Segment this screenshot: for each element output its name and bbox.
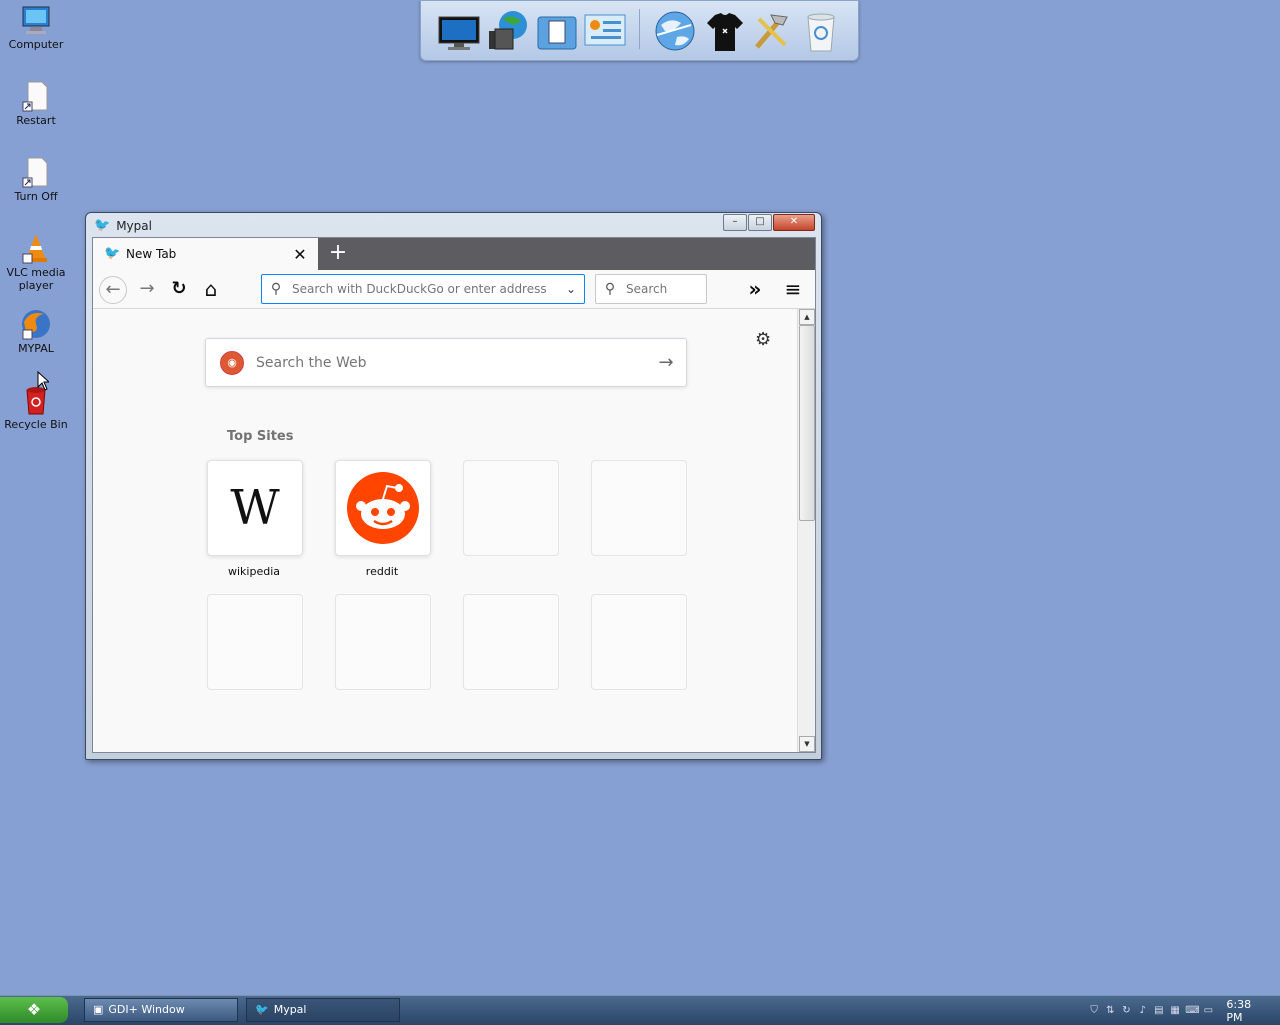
top-site-tile-wikipedia[interactable]: W xyxy=(207,460,303,556)
home-button[interactable]: ⌂ xyxy=(197,275,225,303)
sync-icon[interactable]: ↻ xyxy=(1120,1004,1132,1017)
desktop-icon-label: Recycle Bin xyxy=(4,418,68,431)
desktop-icon-computer[interactable]: Computer xyxy=(4,4,68,51)
top-site-tile-reddit[interactable] xyxy=(335,460,431,556)
network-icon[interactable]: ⇅ xyxy=(1104,1004,1116,1017)
url-bar[interactable]: ⚲ ⌄ xyxy=(261,274,585,304)
internet-globe-icon[interactable] xyxy=(653,9,697,53)
scroll-down-icon[interactable]: ▼ xyxy=(799,736,815,752)
top-site-tile-empty xyxy=(335,594,431,690)
taskbar-item-mypal[interactable]: 🐦 Mypal xyxy=(246,998,400,1022)
vertical-scrollbar[interactable]: ▲ ▼ xyxy=(797,309,815,752)
maximize-button[interactable]: □ xyxy=(748,214,772,231)
monitor-icon[interactable] xyxy=(437,9,481,53)
control-panel-icon[interactable] xyxy=(583,9,627,53)
shield-icon[interactable]: ⛉ xyxy=(1088,1004,1100,1017)
search-input[interactable] xyxy=(624,281,698,297)
tab-close-icon[interactable]: ✕ xyxy=(290,245,310,264)
close-button[interactable]: ✕ xyxy=(773,214,815,231)
device-icon[interactable]: ▤ xyxy=(1153,1004,1165,1017)
reload-button[interactable]: ↻ xyxy=(165,275,193,303)
new-tab-button[interactable]: + xyxy=(326,242,350,266)
vlc-cone-icon xyxy=(20,232,52,264)
documents-folder-icon[interactable] xyxy=(535,9,579,53)
tools-hammer-icon[interactable] xyxy=(749,9,793,53)
desktop-icon-mypal[interactable]: MYPAL xyxy=(4,308,68,355)
mouse-cursor-icon xyxy=(37,371,49,391)
top-site-label[interactable]: wikipedia xyxy=(206,565,302,578)
network-globe-icon[interactable] xyxy=(487,9,531,53)
shortcut-file-icon xyxy=(20,80,52,112)
web-search-box[interactable]: ◉ → xyxy=(205,338,687,387)
mypal-browser-icon xyxy=(20,308,52,340)
mypal-app-icon: 🐦 xyxy=(255,1003,269,1016)
search-bar[interactable]: ⚲ xyxy=(595,274,707,304)
new-tab-page: ⚙ ◉ → Top Sites W wikipedia reddit xyxy=(93,309,797,752)
reddit-logo-icon xyxy=(347,472,419,544)
desktop-icon-label: Turn Off xyxy=(14,190,58,203)
forward-button[interactable]: → xyxy=(133,275,161,303)
keyboard-icon[interactable]: ⌨ xyxy=(1185,1004,1199,1017)
desktop-icon-label: Restart xyxy=(16,114,56,127)
system-tray: ⛉ ⇅ ↻ ♪ ▤ ▦ ⌨ ▭ 6:38 PM xyxy=(1088,996,1280,1025)
desktop-icon-label: Computer xyxy=(8,38,64,51)
tab-strip: 🐦 New Tab ✕ + xyxy=(93,238,815,270)
desktop-icon-turn-off[interactable]: Turn Off xyxy=(4,156,68,203)
scroll-up-icon[interactable]: ▲ xyxy=(799,309,815,325)
volume-icon[interactable]: ♪ xyxy=(1137,1004,1149,1017)
tab-title: New Tab xyxy=(126,247,177,261)
arrow-right-icon[interactable]: → xyxy=(646,352,686,373)
taskbar-item-label: Mypal xyxy=(273,1003,307,1016)
dock xyxy=(420,0,859,61)
desktop-icon-label: VLC media player xyxy=(6,266,66,292)
duckduckgo-logo-icon: ◉ xyxy=(220,350,244,375)
desktop-icon-restart[interactable]: Restart xyxy=(4,80,68,127)
wikipedia-logo-icon: W xyxy=(230,480,280,536)
desktop-icon-label: MYPAL xyxy=(18,342,54,355)
window-app-icon: ▣ xyxy=(93,1003,104,1016)
navigation-toolbar: ← → ↻ ⌂ ⚲ ⌄ ⚲ » ≡ xyxy=(93,270,815,309)
trash-icon[interactable] xyxy=(799,9,843,53)
web-search-input[interactable] xyxy=(254,353,646,372)
dock-separator xyxy=(639,9,640,49)
search-icon: ⚲ xyxy=(604,281,616,297)
desktop-icon-recycle-bin[interactable]: Recycle Bin xyxy=(4,384,68,431)
hamburger-menu-button[interactable]: ≡ xyxy=(779,275,807,303)
desktop-icon-vlc[interactable]: VLC media player xyxy=(4,232,68,292)
chevron-down-icon[interactable]: ⌄ xyxy=(558,282,584,296)
window-titlebar[interactable]: 🐦 Mypal xyxy=(94,216,152,236)
minimize-button[interactable]: – xyxy=(723,214,747,231)
scrollbar-thumb[interactable] xyxy=(799,325,815,521)
browser-window[interactable]: 🐦 Mypal – □ ✕ 🐦 New Tab ✕ + ← → ↻ ⌂ ⚲ ⌄ xyxy=(85,212,822,760)
mypal-app-icon: 🐦 xyxy=(94,218,111,233)
search-icon: ⚲ xyxy=(270,281,282,297)
top-site-label[interactable]: reddit xyxy=(334,565,430,578)
tab-new-tab[interactable]: 🐦 New Tab ✕ xyxy=(93,238,318,270)
clock[interactable]: 6:38 PM xyxy=(1226,998,1268,1024)
start-button[interactable]: ❖ xyxy=(0,997,68,1023)
top-site-tile-empty xyxy=(207,594,303,690)
window-title: Mypal xyxy=(116,219,152,233)
url-input[interactable] xyxy=(290,281,558,297)
top-site-tile-empty xyxy=(591,594,687,690)
top-site-tile-empty xyxy=(463,594,559,690)
computer-icon xyxy=(20,4,52,36)
top-sites-heading: Top Sites xyxy=(227,429,294,444)
browser-client: 🐦 New Tab ✕ + ← → ↻ ⌂ ⚲ ⌄ ⚲ » ≡ ⚙ xyxy=(92,237,816,753)
shortcut-file-icon xyxy=(20,156,52,188)
back-button[interactable]: ← xyxy=(99,276,127,304)
tshirt-icon[interactable] xyxy=(703,9,747,53)
top-site-tile-empty xyxy=(463,460,559,556)
overflow-menu-button[interactable]: » xyxy=(741,275,769,303)
gear-icon[interactable]: ⚙ xyxy=(755,329,771,350)
monitor-tray-icon[interactable]: ▭ xyxy=(1202,1004,1214,1017)
top-site-tile-empty xyxy=(591,460,687,556)
taskbar: ❖ ▣ GDI+ Window 🐦 Mypal ⛉ ⇅ ↻ ♪ ▤ ▦ ⌨ ▭ … xyxy=(0,995,1280,1025)
taskbar-item-gdi-window[interactable]: ▣ GDI+ Window xyxy=(84,998,238,1022)
mypal-favicon-icon: 🐦 xyxy=(104,246,121,261)
taskbar-item-label: GDI+ Window xyxy=(108,1003,185,1016)
display-icon[interactable]: ▦ xyxy=(1169,1004,1181,1017)
window-controls: – □ ✕ xyxy=(722,214,815,231)
